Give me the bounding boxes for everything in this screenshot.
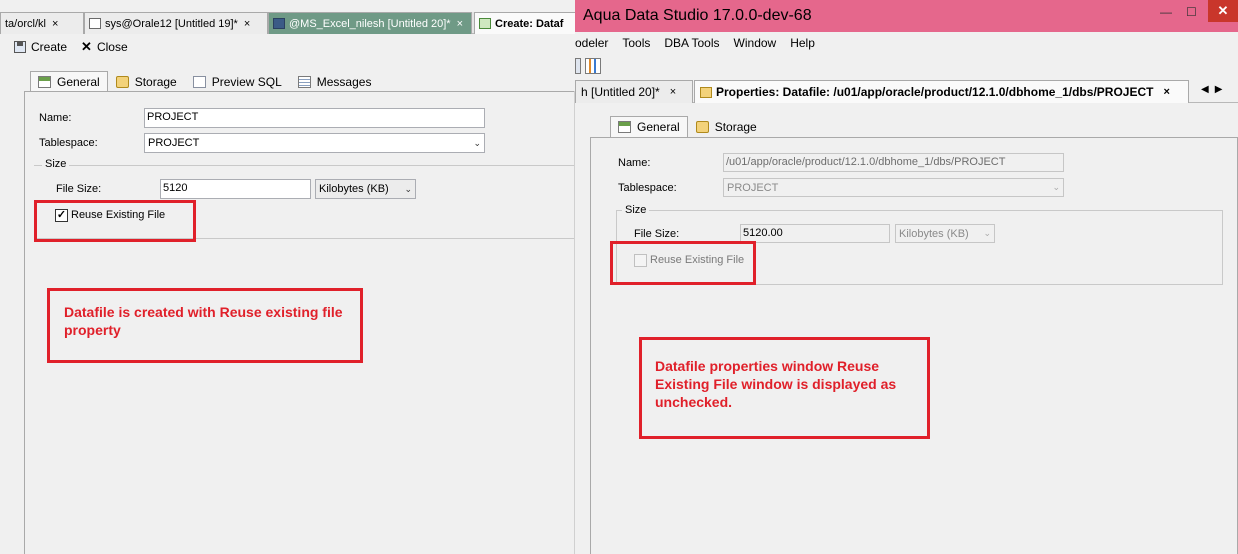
minimize-button[interactable]: —: [1160, 5, 1172, 19]
tab-label: sys@Orale12 [Untitled 19]*: [105, 17, 238, 30]
menu-window[interactable]: Window: [734, 34, 777, 54]
chevron-down-icon: ⌄: [1052, 182, 1060, 192]
chevron-down-icon: ⌄: [473, 137, 481, 148]
maximize-button[interactable]: ☐: [1186, 5, 1197, 19]
tablespace-value: PROJECT: [148, 137, 200, 149]
tab-panel-border: [24, 91, 574, 92]
name-label: Name:: [618, 157, 651, 169]
grid-icon: [618, 121, 631, 133]
close-button-label: Close: [96, 40, 128, 54]
tab-label: General: [57, 74, 100, 89]
close-tab-icon[interactable]: ×: [244, 18, 250, 30]
storage-icon: [115, 75, 129, 88]
file-size-unit-select: Kilobytes (KB) ⌄: [895, 224, 995, 243]
right-property-tabs: General Storage: [610, 116, 765, 137]
tab-create-datafile[interactable]: Create: Dataf: [474, 12, 585, 34]
tablespace-value: PROJECT: [727, 181, 779, 194]
file-size-unit-select[interactable]: Kilobytes (KB) ⌄: [315, 179, 416, 199]
previous-tab-icon[interactable]: ◀: [1201, 84, 1209, 95]
tab-untitled-20[interactable]: h [Untitled 20]* ×: [575, 80, 693, 103]
tablespace-select[interactable]: PROJECT ⌄: [144, 133, 485, 153]
tab-label: h [Untitled 20]*: [581, 85, 660, 99]
tab-general[interactable]: General: [610, 116, 688, 137]
sql-editor-icon: [273, 18, 285, 29]
menu-help[interactable]: Help: [790, 34, 815, 54]
properties-window: Aqua Data Studio 17.0.0-dev-68 — ☐ ✕ ode…: [575, 0, 1238, 554]
messages-icon: [297, 75, 311, 88]
tab-messages[interactable]: Messages: [290, 71, 380, 91]
file-size-field[interactable]: 5120: [160, 179, 311, 199]
storage-icon: [695, 121, 709, 133]
tablespace-label: Tablespace:: [618, 182, 677, 194]
tablespace-select: PROJECT ⌄: [723, 178, 1064, 197]
chevron-down-icon: ⌄: [983, 228, 991, 238]
file-size-field: 5120.00: [740, 224, 890, 243]
grid-icon: [38, 75, 51, 88]
tab-label: Messages: [316, 74, 372, 89]
tab-untitled-20[interactable]: @MS_Excel_nilesh [Untitled 20]* ×: [268, 12, 472, 34]
window-close-button[interactable]: ✕: [1208, 0, 1238, 22]
highlight-box-reuse-checked: [34, 200, 196, 242]
file-size-label: File Size:: [56, 183, 102, 195]
tab-panel-border-left: [24, 91, 25, 554]
highlight-box-reuse-unchecked: [610, 241, 756, 285]
tab-navigation: ◀ ▶: [1201, 84, 1222, 95]
tab-storage[interactable]: Storage: [108, 71, 185, 91]
close-tab-icon[interactable]: ×: [457, 18, 463, 30]
sql-document-icon: [192, 75, 206, 88]
menu-tools[interactable]: Tools: [622, 34, 650, 54]
window-title: Aqua Data Studio 17.0.0-dev-68: [583, 7, 812, 24]
tab-label: Preview SQL: [211, 74, 282, 89]
tab-label: Storage: [714, 120, 757, 134]
tab-label: ta/orcl/kl: [5, 17, 46, 30]
close-button[interactable]: ✕ Close: [81, 39, 128, 55]
tablespace-label: Tablespace:: [39, 137, 98, 149]
menu-dba-tools[interactable]: DBA Tools: [664, 34, 719, 54]
left-property-tabs: General Storage Preview SQL Messages: [30, 71, 379, 91]
next-tab-icon[interactable]: ▶: [1215, 84, 1223, 95]
tab-datafile-properties[interactable]: Properties: Datafile: /u01/app/oracle/pr…: [694, 80, 1189, 103]
tab-label: General: [637, 120, 680, 134]
menu-modeler[interactable]: odeler: [575, 34, 608, 54]
tab-label: @MS_Excel_nilesh [Untitled 20]*: [289, 17, 451, 30]
name-field[interactable]: PROJECT: [144, 108, 485, 128]
tab-orcl[interactable]: ta/orcl/kl ×: [0, 12, 84, 34]
create-datafile-icon: [479, 18, 491, 29]
annotation-text-right: Datafile properties window Reuse Existin…: [655, 358, 897, 410]
tab-storage[interactable]: Storage: [688, 116, 765, 137]
file-size-label: File Size:: [634, 228, 680, 240]
tab-panel-border: [590, 137, 1238, 138]
sql-editor-icon: [89, 18, 101, 29]
annotation-text-left: Datafile is created with Reuse existing …: [64, 304, 343, 338]
toolbar-grid-icon[interactable]: [575, 58, 581, 74]
create-toolbar: Create ✕ Close: [14, 38, 128, 56]
close-tab-icon[interactable]: ×: [1163, 86, 1169, 98]
name-field: /u01/app/oracle/product/12.1.0/dbhome_1/…: [723, 153, 1064, 172]
tab-untitled-19[interactable]: sys@Orale12 [Untitled 19]* ×: [84, 12, 268, 34]
save-icon: [14, 41, 26, 53]
size-legend: Size: [622, 204, 650, 216]
tab-general[interactable]: General: [30, 71, 108, 91]
close-tab-icon[interactable]: ×: [670, 86, 676, 98]
create-button-label: Create: [31, 40, 68, 54]
toolbar-icons: [575, 58, 601, 74]
tab-panel-border-left: [590, 137, 591, 554]
close-tab-icon[interactable]: ×: [52, 18, 58, 30]
menu-bar: odeler Tools DBA Tools Window Help: [575, 34, 815, 54]
chart-icon[interactable]: [585, 58, 601, 74]
size-legend: Size: [42, 158, 70, 170]
tab-label: Storage: [134, 74, 177, 89]
name-label: Name:: [39, 112, 72, 124]
close-icon: ✕: [81, 39, 92, 54]
file-size-unit-value: Kilobytes (KB): [319, 183, 389, 195]
file-size-unit-value: Kilobytes (KB): [899, 227, 969, 240]
chevron-down-icon: ⌄: [404, 183, 412, 194]
datafile-icon: [700, 86, 712, 98]
create-datafile-pane: ta/orcl/kl × sys@Orale12 [Untitled 19]* …: [0, 0, 586, 554]
tab-label: Create: Dataf: [495, 17, 564, 30]
tab-preview-sql[interactable]: Preview SQL: [185, 71, 290, 91]
create-button[interactable]: Create: [14, 40, 67, 54]
tab-label: Properties: Datafile: /u01/app/oracle/pr…: [716, 85, 1154, 99]
